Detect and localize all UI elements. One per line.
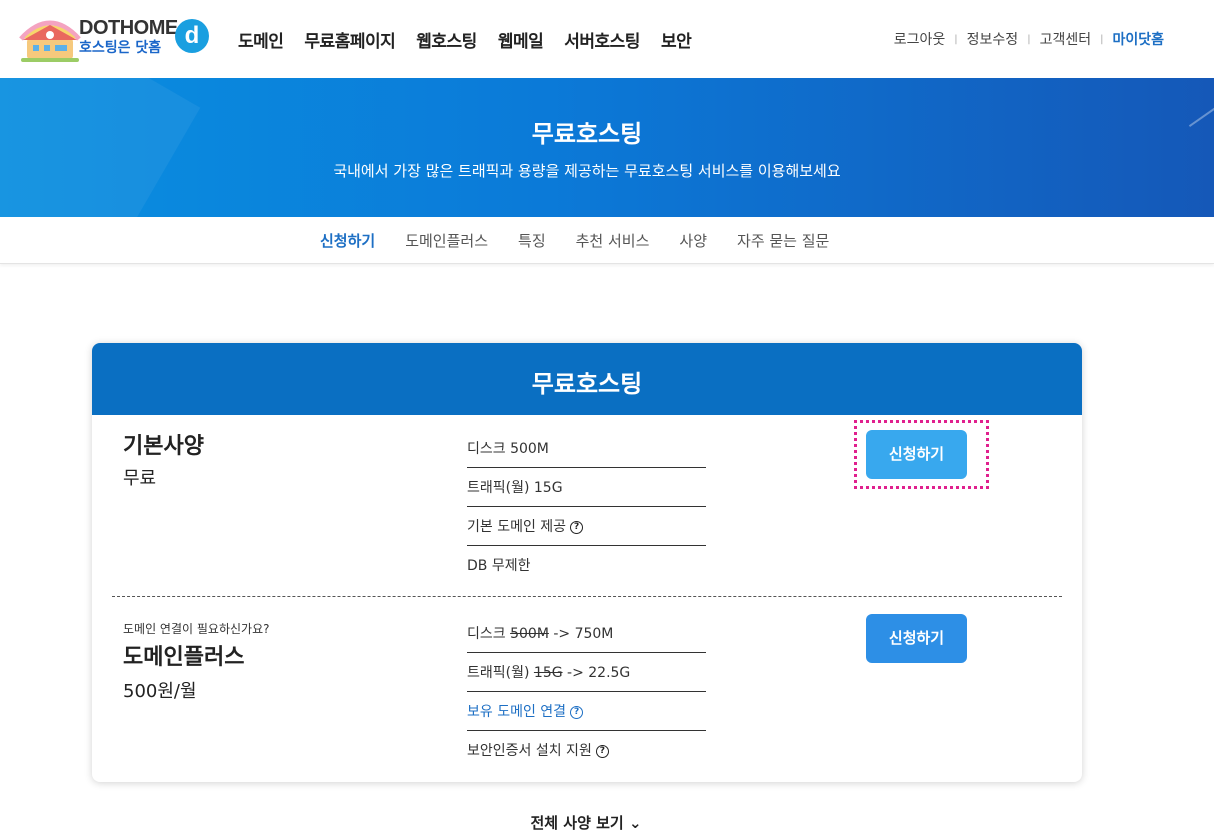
gnb-web-hosting[interactable]: 웹호스팅 — [416, 27, 477, 52]
global-nav: 도메인 무료홈페이지 웹호스팅 웹메일 서버호스팅 보안 — [238, 27, 712, 52]
edit-info-link[interactable]: 정보수정 — [967, 29, 1019, 49]
logo-subtitle: 호스팅은 닷홈 — [79, 40, 162, 56]
basic-plan-name: 기본사양 — [123, 434, 204, 459]
domain-plus-apply-button[interactable]: 신청하기 — [866, 614, 967, 663]
plan-divider — [112, 596, 1062, 597]
help-icon[interactable]: ? — [595, 744, 609, 758]
plan-card-header: 무료호스팅 — [92, 343, 1082, 415]
spec-disk-old: 500M — [510, 626, 549, 642]
logo-mark: d — [184, 22, 200, 49]
spec-disk-new: -> 750M — [548, 626, 614, 642]
spec-disk: 디스크 500M — [467, 429, 706, 468]
domain-plus-plan-name: 도메인플러스 — [123, 645, 245, 670]
util-divider: | — [1100, 33, 1104, 45]
util-divider: | — [954, 33, 958, 45]
logo-text: DOTHOME 호스팅은 닷홈 — [79, 18, 178, 57]
basic-plan-price: 무료 — [123, 468, 157, 489]
utility-menu: 로그아웃 | 정보수정 | 고객센터 | 마이닷홈 — [894, 29, 1164, 49]
banner-decoration — [1188, 90, 1214, 128]
view-all-specs-link[interactable]: 전체 사양 보기 ⌄ — [0, 812, 1172, 833]
plan-card-title: 무료호스팅 — [531, 370, 643, 398]
spec-traffic-new: -> 22.5G — [562, 665, 631, 681]
spec-disk-upgrade: 디스크 500M -> 750M — [467, 614, 706, 653]
domain-plus-plan-price: 500원/월 — [123, 681, 197, 702]
plan-card: 무료호스팅 기본사양 무료 디스크 500M 트래픽(월) 15G 기본 도메인… — [92, 343, 1082, 782]
school-house-icon — [19, 20, 81, 62]
spec-traffic: 트래픽(월) 15G — [467, 468, 706, 507]
subnav-apply[interactable]: 신청하기 — [320, 230, 375, 251]
banner-title: 무료호스팅 — [531, 120, 643, 148]
gnb-webmail[interactable]: 웹메일 — [498, 27, 544, 52]
spec-traffic-upgrade: 트래픽(월) 15G -> 22.5G — [467, 653, 706, 692]
spec-domain-connect-label[interactable]: 보유 도메인 연결 — [467, 704, 566, 720]
spec-db: DB 무제한 — [467, 558, 531, 574]
subnav-recommended[interactable]: 추천 서비스 — [576, 230, 650, 251]
spec-traffic-label: 트래픽(월) — [467, 665, 534, 681]
basic-spec-list: 디스크 500M 트래픽(월) 15G 기본 도메인 제공? DB 무제한 — [467, 429, 706, 585]
spec-basic-domain-label: 기본 도메인 제공 — [467, 519, 567, 535]
basic-apply-button[interactable]: 신청하기 — [866, 430, 967, 479]
logo-d-icon: d — [175, 19, 209, 53]
view-all-specs-label[interactable]: 전체 사양 보기 — [530, 814, 623, 832]
sub-nav: 신청하기 도메인플러스 특징 추천 서비스 사양 자주 묻는 질문 — [0, 217, 1214, 264]
support-link[interactable]: 고객센터 — [1040, 29, 1092, 49]
domain-plus-spec-list: 디스크 500M -> 750M 트래픽(월) 15G -> 22.5G 보유 … — [467, 614, 706, 770]
site-header: DOTHOME 호스팅은 닷홈 d 도메인 무료홈페이지 웹호스팅 웹메일 서버… — [0, 0, 1214, 78]
spec-ssl-label: 보안인증서 설치 지원 — [467, 743, 592, 759]
subnav-faq[interactable]: 자주 묻는 질문 — [737, 230, 829, 251]
mydothome-link[interactable]: 마이닷홈 — [1112, 29, 1164, 49]
subnav-domain-plus[interactable]: 도메인플러스 — [405, 230, 488, 251]
logout-link[interactable]: 로그아웃 — [894, 29, 946, 49]
logo-title: DOTHOME — [79, 17, 178, 39]
domain-plus-note: 도메인 연결이 필요하신가요? — [123, 622, 270, 636]
subnav-features[interactable]: 특징 — [518, 230, 546, 251]
help-icon[interactable]: ? — [570, 520, 584, 534]
gnb-server-hosting[interactable]: 서버호스팅 — [564, 27, 640, 52]
spec-traffic-old: 15G — [533, 665, 563, 681]
spec-basic-domain: 기본 도메인 제공? — [467, 507, 706, 546]
spec-ssl: 보안인증서 설치 지원? — [467, 731, 706, 770]
subnav-specs[interactable]: 사양 — [679, 230, 707, 251]
spec-disk-label: 디스크 — [467, 626, 511, 642]
gnb-free-homepage[interactable]: 무료홈페이지 — [304, 27, 395, 52]
gnb-security[interactable]: 보안 — [661, 27, 692, 52]
util-divider: | — [1027, 33, 1031, 45]
dothome-logo[interactable]: DOTHOME 호스팅은 닷홈 d — [17, 13, 209, 63]
spec-domain-connect[interactable]: 보유 도메인 연결? — [467, 692, 706, 731]
banner-subtitle: 국내에서 가장 많은 트래픽과 용량을 제공하는 무료호스팅 서비스를 이용해보… — [333, 162, 841, 180]
hero-banner: 무료호스팅 국내에서 가장 많은 트래픽과 용량을 제공하는 무료호스팅 서비스… — [0, 78, 1214, 217]
chevron-down-icon: ⌄ — [628, 814, 642, 832]
help-icon[interactable]: ? — [570, 705, 584, 719]
gnb-domain[interactable]: 도메인 — [238, 27, 284, 52]
